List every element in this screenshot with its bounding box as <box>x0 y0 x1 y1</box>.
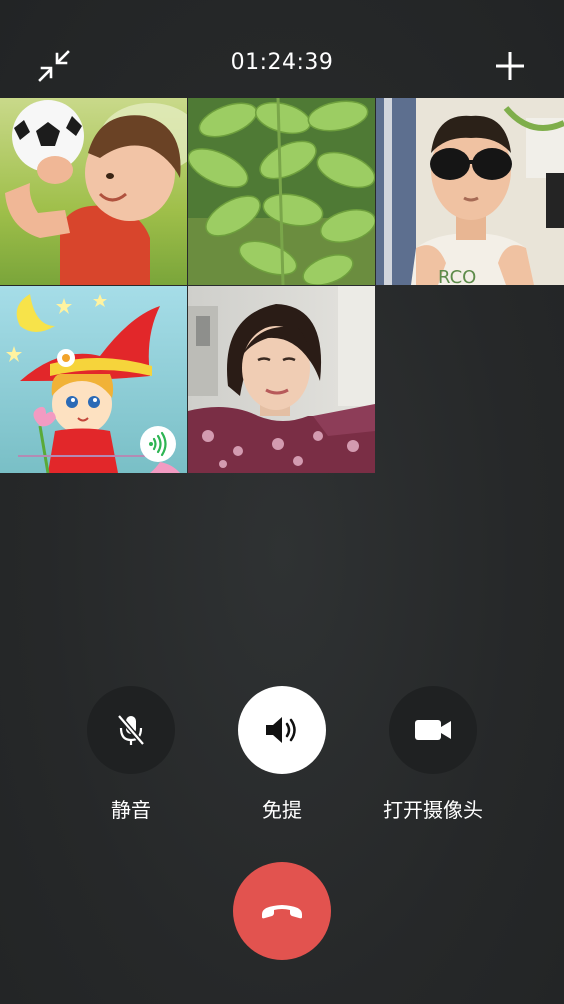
participant-tile-5[interactable] <box>188 286 375 473</box>
call-timer: 01:24:39 <box>230 50 334 75</box>
call-controls: 静音 免提 打开摄像头 <box>0 686 564 836</box>
mute-button[interactable] <box>87 686 175 774</box>
plus-icon <box>496 52 524 80</box>
hang-up-button[interactable] <box>233 862 331 960</box>
mute-control: 静音 <box>56 686 206 823</box>
svg-text:RCO: RCO <box>438 267 476 285</box>
camera-button[interactable] <box>389 686 477 774</box>
participant-tile-1[interactable] <box>0 98 187 285</box>
participant-video-3: RCO <box>376 98 564 285</box>
participant-grid: RCO <box>0 98 564 474</box>
hang-up-phone-icon <box>262 905 302 919</box>
microphone-muted-icon <box>117 714 145 746</box>
video-camera-icon <box>415 720 451 740</box>
speaker-icon <box>266 717 296 743</box>
mute-label: 静音 <box>111 798 151 822</box>
speaking-indicator <box>140 426 176 462</box>
speaker-control: 免提 <box>207 686 357 823</box>
participant-video-2 <box>188 98 375 285</box>
participant-tile-2[interactable] <box>188 98 375 285</box>
participant-video-5 <box>188 286 375 473</box>
video-call-screen: 01:24:39 RCO 静音 免提 打开摄像头 <box>0 0 564 1004</box>
add-participant-button[interactable] <box>490 46 530 86</box>
participant-video-1 <box>0 98 187 285</box>
camera-control: 打开摄像头 <box>358 686 508 823</box>
participant-tile-4[interactable] <box>0 286 187 473</box>
speaker-button[interactable] <box>238 686 326 774</box>
camera-label: 打开摄像头 <box>383 798 483 822</box>
speaker-label: 免提 <box>262 798 302 822</box>
top-bar: 01:24:39 <box>0 0 564 98</box>
participant-video-4 <box>0 286 187 473</box>
participant-tile-3[interactable]: RCO <box>376 98 564 285</box>
